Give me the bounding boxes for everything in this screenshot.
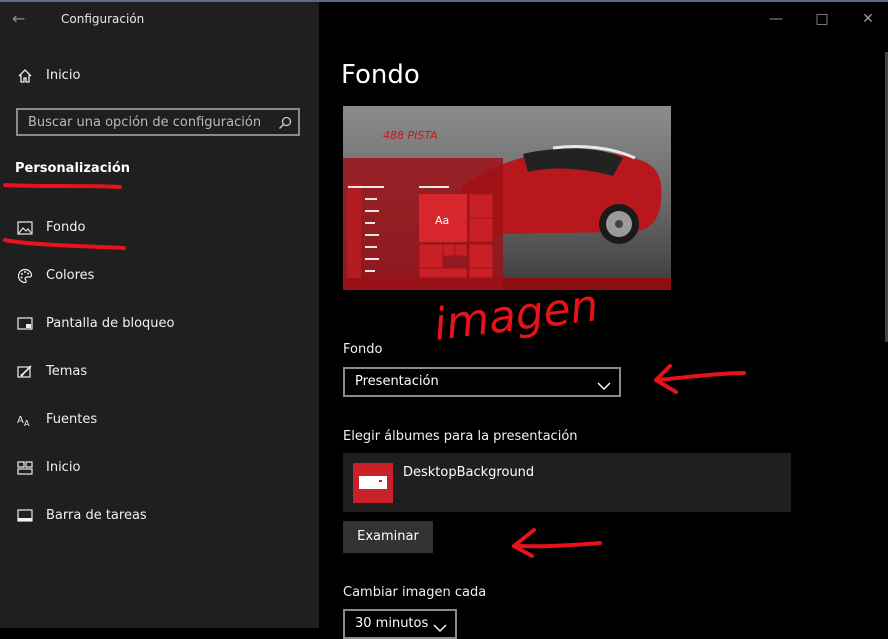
preview-car-brand-text: 488 PISTA — [383, 129, 438, 142]
albums-label: Elegir álbumes para la presentación — [343, 429, 578, 444]
sidebar-item-label: Pantalla de bloqueo — [46, 316, 175, 331]
lock-screen-icon — [16, 315, 34, 333]
sidebar-home-label: Inicio — [46, 68, 81, 83]
background-label: Fondo — [343, 342, 383, 357]
home-icon — [16, 67, 34, 85]
start-icon — [16, 459, 34, 477]
sidebar-item-label: Colores — [46, 268, 95, 283]
chevron-down-icon — [597, 376, 611, 390]
sidebar-item-fuentes[interactable]: AA Fuentes — [0, 405, 319, 435]
sidebar-item-label: Temas — [46, 364, 88, 379]
app-title: Configuración — [61, 12, 145, 26]
sidebar-item-fondo[interactable]: Fondo — [0, 213, 319, 243]
background-dropdown[interactable]: Presentación — [343, 367, 621, 397]
palette-icon — [16, 267, 34, 285]
sidebar-item-colores[interactable]: Colores — [0, 261, 319, 291]
sidebar-item-barra-de-tareas[interactable]: Barra de tareas — [0, 501, 319, 531]
album-item[interactable]: DesktopBackground — [343, 453, 791, 512]
browse-button[interactable]: Examinar — [343, 521, 433, 553]
search-input[interactable]: Buscar una opción de configuración — [16, 108, 300, 136]
minimize-icon[interactable]: — — [766, 10, 786, 28]
back-arrow-icon[interactable]: ← — [12, 10, 34, 28]
fonts-icon: AA — [16, 411, 34, 429]
chevron-down-icon — [433, 618, 447, 632]
sidebar-item-label: Barra de tareas — [46, 508, 147, 523]
interval-label: Cambiar imagen cada — [343, 585, 487, 600]
taskbar-icon — [16, 507, 34, 525]
album-name: DesktopBackground — [403, 465, 535, 480]
ferrari-wallpaper-image: Aa 488 PISTA — [343, 106, 671, 290]
search-placeholder: Buscar una opción de configuración — [28, 115, 262, 130]
sidebar-item-home[interactable]: Inicio — [0, 64, 319, 88]
main-content: Fondo Aa 488 PISTA Fondo Presentación El… — [319, 2, 888, 639]
svg-text:A: A — [17, 415, 24, 426]
picture-icon — [16, 219, 34, 237]
settings-window: ← Configuración Inicio Buscar una opción… — [0, 2, 888, 639]
sidebar: ← Configuración Inicio Buscar una opción… — [0, 2, 319, 628]
background-dropdown-value: Presentación — [355, 374, 439, 389]
folder-icon — [353, 463, 393, 503]
sidebar-item-label: Fondo — [46, 220, 86, 235]
background-preview: Aa 488 PISTA — [343, 106, 671, 290]
sidebar-item-label: Fuentes — [46, 412, 98, 427]
interval-dropdown[interactable]: 30 minutos — [343, 609, 457, 639]
svg-text:A: A — [24, 419, 30, 428]
sidebar-item-temas[interactable]: Temas — [0, 357, 319, 387]
page-title: Fondo — [341, 60, 420, 90]
maximize-icon[interactable]: □ — [812, 10, 832, 28]
section-title: Personalización — [15, 161, 131, 176]
sidebar-item-pantalla-de-bloqueo[interactable]: Pantalla de bloqueo — [0, 309, 319, 339]
interval-dropdown-value: 30 minutos — [355, 616, 429, 631]
sidebar-item-label: Inicio — [46, 460, 81, 475]
preview-tile-text: Aa — [435, 214, 449, 227]
close-icon[interactable]: ✕ — [858, 10, 878, 28]
sidebar-item-inicio[interactable]: Inicio — [0, 453, 319, 483]
search-icon[interactable] — [278, 115, 292, 129]
themes-icon — [16, 363, 34, 381]
